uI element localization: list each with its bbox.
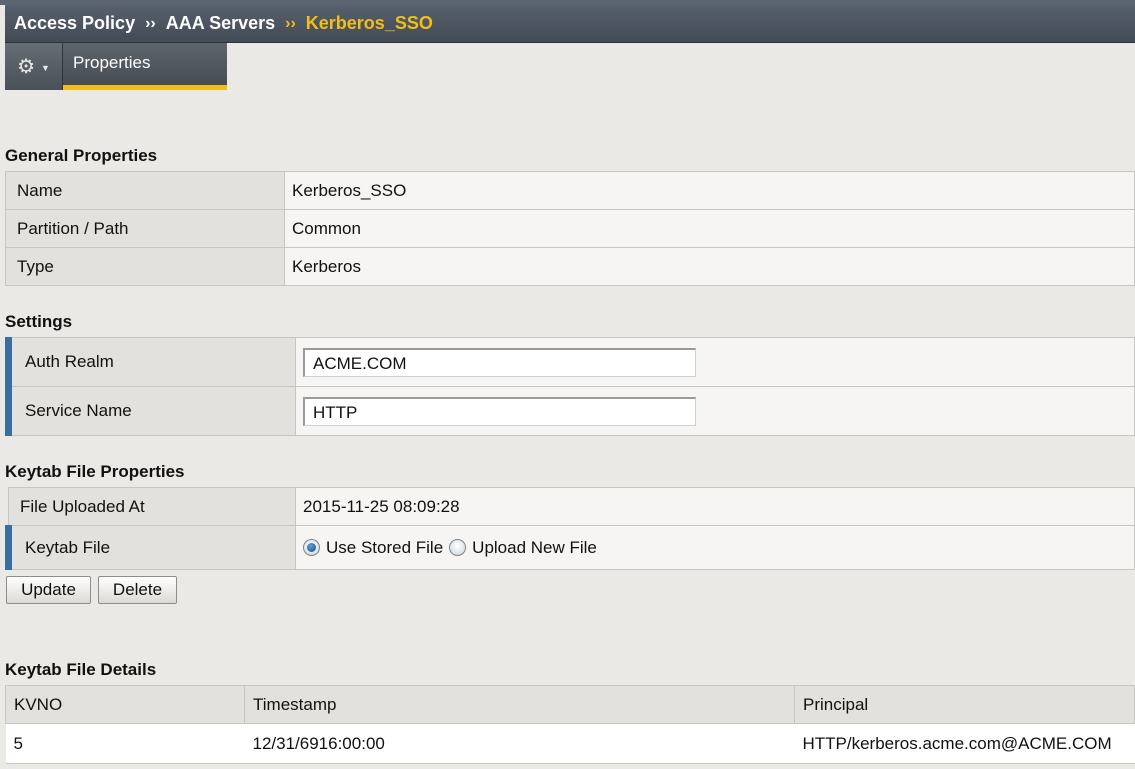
breadcrumb: Access Policy ›› AAA Servers ›› Kerberos… [5, 5, 1135, 43]
gear-icon: ⚙ [17, 55, 35, 78]
partition-label: Partition / Path [5, 209, 285, 248]
table-row: Type Kerberos [5, 247, 1135, 286]
delete-button[interactable]: Delete [98, 576, 177, 604]
breadcrumb-separator: ›› [285, 14, 296, 32]
file-uploaded-value: 2015-11-25 08:09:28 [295, 487, 1135, 526]
breadcrumb-item-access-policy[interactable]: Access Policy [14, 13, 135, 34]
keytab-radio-group: Use Stored File Upload New File [303, 538, 1134, 558]
upload-new-file-radio[interactable] [449, 539, 467, 556]
auth-realm-cell [295, 337, 1135, 387]
tab-bar: ⚙ ▼ Properties [5, 43, 1135, 91]
table-row: Service Name [5, 386, 1135, 436]
kvno-cell: 5 [5, 723, 245, 764]
table-row: 5 12/31/6916:00:00 HTTP/kerberos.acme.co… [5, 723, 1135, 764]
general-properties-heading: General Properties [5, 146, 158, 165]
breadcrumb-current: Kerberos_SSO [305, 13, 433, 33]
keytab-details-heading: Keytab File Details [5, 660, 157, 679]
name-label: Name [5, 171, 285, 210]
table-row: Auth Realm [5, 337, 1135, 387]
table-header-row: KVNO Timestamp Principal [5, 685, 1135, 724]
upload-new-file-label[interactable]: Upload New File [472, 538, 597, 558]
keytab-details-table: KVNO Timestamp Principal 5 12/31/6916:00… [5, 685, 1135, 764]
table-row: Name Kerberos_SSO [5, 171, 1135, 210]
chevron-down-icon: ▼ [41, 63, 50, 73]
partition-value: Common [284, 209, 1135, 248]
file-uploaded-label: File Uploaded At [8, 487, 296, 526]
type-value: Kerberos [284, 247, 1135, 286]
column-header-timestamp[interactable]: Timestamp [244, 685, 795, 724]
service-name-label: Service Name [5, 386, 296, 436]
principal-cell: HTTP/kerberos.acme.com@ACME.COM [794, 723, 1135, 764]
timestamp-cell: 12/31/6916:00:00 [244, 723, 795, 764]
breadcrumb-item-aaa-servers[interactable]: AAA Servers [166, 13, 275, 34]
table-row: File Uploaded At 2015-11-25 08:09:28 [8, 487, 1135, 526]
keytab-file-label: Keytab File [5, 525, 296, 570]
type-label: Type [5, 247, 285, 286]
settings-heading: Settings [5, 312, 73, 331]
keytab-properties-heading: Keytab File Properties [5, 462, 185, 481]
use-stored-file-label[interactable]: Use Stored File [326, 538, 443, 558]
update-button[interactable]: Update [6, 576, 91, 604]
table-row: Keytab File Use Stored File Upload New F… [5, 525, 1135, 570]
keytab-file-options: Use Stored File Upload New File [295, 525, 1135, 570]
column-header-principal[interactable]: Principal [794, 685, 1135, 724]
column-header-kvno[interactable]: KVNO [5, 685, 245, 724]
auth-realm-input[interactable] [303, 347, 696, 377]
keytab-properties-table: File Uploaded At 2015-11-25 08:09:28 Key… [5, 487, 1135, 570]
gear-menu-button[interactable]: ⚙ ▼ [5, 43, 63, 90]
breadcrumb-separator: ›› [145, 14, 156, 32]
tab-properties[interactable]: Properties [63, 43, 227, 90]
use-stored-file-radio[interactable] [303, 539, 320, 556]
service-name-input[interactable] [303, 396, 696, 426]
table-row: Partition / Path Common [5, 209, 1135, 248]
name-value: Kerberos_SSO [284, 171, 1135, 210]
service-name-cell [295, 386, 1135, 436]
general-properties-table: Name Kerberos_SSO Partition / Path Commo… [5, 171, 1135, 286]
auth-realm-label: Auth Realm [5, 337, 296, 387]
settings-table: Auth Realm Service Name [5, 337, 1135, 436]
